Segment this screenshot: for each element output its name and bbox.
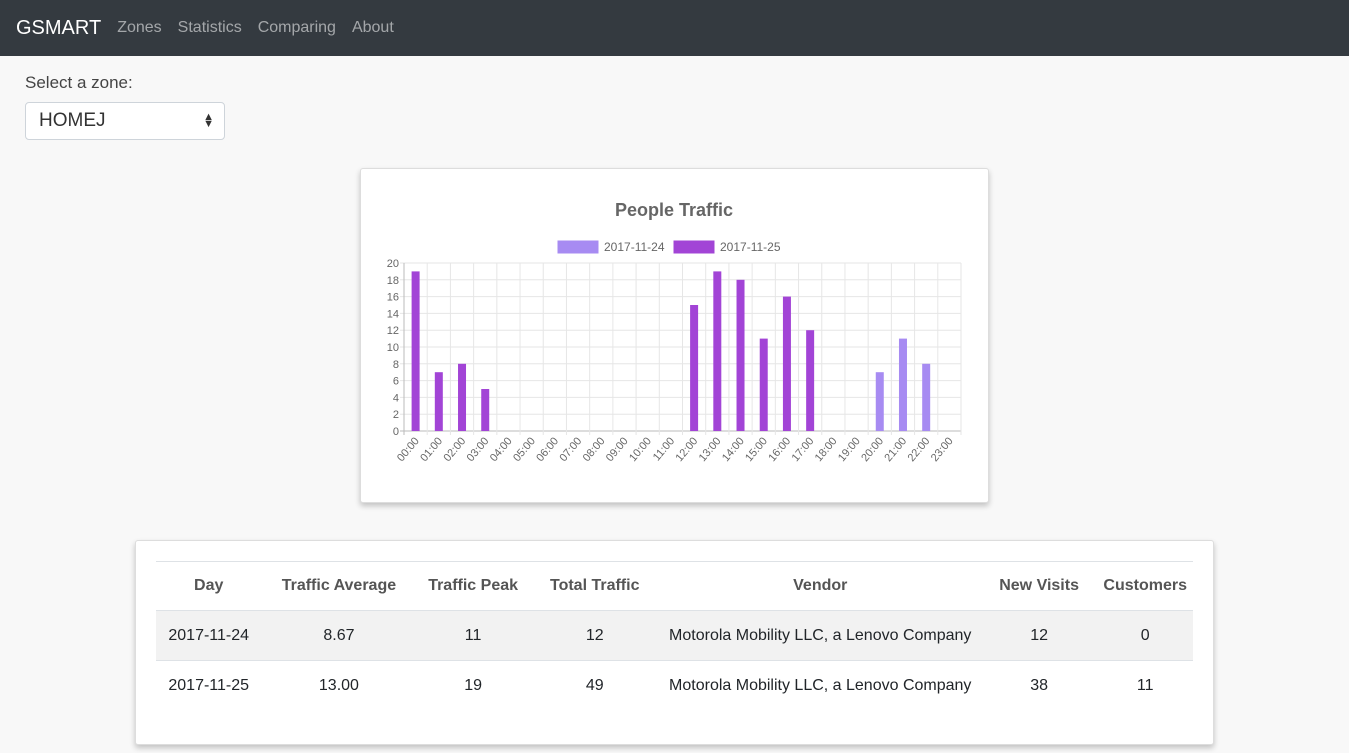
x-tick-label: 01:00 [418, 435, 445, 464]
table-header-row: Day Traffic Average Traffic Peak Total T… [156, 561, 1193, 611]
col-header-new-visits: New Visits [980, 561, 1098, 611]
brand-logo[interactable]: GSMART [16, 17, 101, 40]
cell-traffic-average: 13.00 [318, 676, 359, 694]
col-header-traffic-peak: Traffic Peak [416, 561, 530, 611]
x-tick-label: 15:00 [743, 435, 770, 464]
y-tick-label: 8 [393, 359, 399, 371]
nav-link-statistics[interactable]: Statistics [178, 19, 242, 37]
y-tick-label: 14 [387, 308, 399, 320]
x-tick-label: 19:00 [836, 435, 863, 464]
x-tick-label: 14:00 [720, 435, 747, 464]
cell-customers: 0 [1097, 610, 1193, 661]
nav-link-comparing[interactable]: Comparing [258, 19, 336, 37]
cell-traffic-peak: 19 [464, 676, 482, 694]
zone-select[interactable]: HOMEJ ▲ ▼ [25, 102, 225, 140]
x-tick-label: 11:00 [651, 435, 677, 463]
navbar: GSMART Zones Statistics Comparing About [0, 0, 1349, 56]
y-tick-label: 18 [387, 275, 399, 287]
bar-2017-11-25-15:00 [759, 338, 768, 431]
col-header-day: Day [156, 561, 262, 611]
y-tick-label: 12 [387, 325, 399, 337]
col-header-customers: Customers [1097, 561, 1193, 611]
cell-total-traffic: 12 [529, 610, 660, 661]
cell-traffic-average: 8.67 [261, 610, 417, 661]
x-tick-label: 03:00 [465, 435, 492, 464]
x-tick-label: 12:00 [674, 435, 701, 464]
x-tick-label: 10:00 [627, 435, 654, 464]
traffic-table-card: Day Traffic Average Traffic Peak Total T… [135, 540, 1214, 745]
y-tick-label: 2 [393, 409, 399, 421]
chart-card: People Traffic 2017-11-24 2017-11-25 0 2 4 6 8 1… [360, 168, 989, 503]
bar-2017-11-25-16:00 [782, 296, 791, 431]
cell-traffic-peak: 11 [416, 610, 530, 661]
x-tick-label: 06:00 [534, 435, 561, 464]
x-tick-label: 00:00 [395, 435, 422, 464]
y-tick-label: 16 [387, 292, 399, 304]
cell-new-visits: 12 [980, 610, 1098, 661]
traffic-table: Day Traffic Average Traffic Peak Total T… [156, 561, 1193, 710]
legend-label-2017-11-25: 2017-11-25 [720, 240, 781, 254]
x-tick-label: 20:00 [859, 435, 886, 464]
col-header-total-traffic: Total Traffic [529, 561, 660, 611]
bar-2017-11-24-22:00 [922, 363, 931, 431]
x-tick-label: 13:00 [697, 435, 724, 464]
zone-select-label: Select a zone: [25, 73, 133, 92]
x-tick-label: 02:00 [441, 435, 468, 464]
y-tick-label: 0 [393, 426, 399, 438]
select-arrows-icon: ▲ ▼ [203, 111, 214, 130]
x-tick-label: 04:00 [488, 435, 515, 464]
x-tick-label: 05:00 [511, 435, 538, 464]
nav-link-zones[interactable]: Zones [117, 19, 161, 37]
bar-2017-11-25-02:00 [458, 363, 467, 431]
cell-day: 2017-11-25 [168, 676, 250, 694]
x-tick-label: 16:00 [766, 435, 793, 464]
y-tick-label: 6 [393, 376, 399, 388]
x-tick-label: 22:00 [906, 435, 933, 464]
x-tick-label: 21:00 [882, 435, 909, 464]
col-header-vendor: Vendor [659, 561, 981, 611]
cell-new-visits: 38 [1030, 676, 1048, 694]
nav-link-about[interactable]: About [352, 19, 394, 37]
bar-2017-11-25-12:00 [690, 305, 699, 431]
bar-2017-11-25-00:00 [411, 271, 420, 431]
x-tick-label: 08:00 [581, 435, 608, 464]
table-row: 2017-11-24 8.67 11 12 Motorola Mobility … [156, 610, 1193, 661]
legend-swatch-2017-11-25 [673, 240, 715, 254]
cell-total-traffic: 49 [585, 676, 604, 694]
x-tick-label: 09:00 [604, 435, 631, 464]
x-tick-label: 07:00 [557, 435, 584, 464]
bar-2017-11-25-13:00 [713, 271, 722, 431]
x-tick-label: 23:00 [929, 435, 956, 464]
legend-swatch-2017-11-24 [557, 240, 599, 254]
y-tick-label: 20 [387, 258, 399, 270]
people-traffic-chart: People Traffic 2017-11-24 2017-11-25 0 2 4 6 8 1… [387, 200, 962, 464]
bar-2017-11-25-17:00 [806, 330, 815, 431]
chart-title: People Traffic [615, 200, 733, 220]
y-tick-label: 10 [387, 342, 399, 354]
x-tick-label: 18:00 [813, 435, 840, 464]
legend-label-2017-11-24: 2017-11-24 [604, 240, 665, 254]
bar-2017-11-24-20:00 [875, 372, 884, 431]
y-tick-label: 4 [393, 392, 399, 404]
cell-vendor: Motorola Mobility LLC, a Lenovo Company [659, 610, 981, 661]
x-tick-label: 17:00 [790, 435, 817, 464]
zone-select-value: HOMEJ [39, 110, 106, 131]
cell-customers: 11 [1136, 676, 1154, 694]
bar-2017-11-24-21:00 [898, 338, 907, 431]
table-row: 2017-11-25 13.00 19 49 Motorola Mobility… [156, 661, 1193, 711]
cell-vendor: Motorola Mobility LLC, a Lenovo Company [669, 676, 972, 694]
bar-2017-11-25-03:00 [481, 389, 490, 431]
cell-day: 2017-11-24 [156, 610, 262, 661]
bar-2017-11-25-14:00 [736, 279, 745, 431]
bar-2017-11-25-01:00 [434, 372, 443, 431]
col-header-traffic-average: Traffic Average [261, 561, 417, 611]
